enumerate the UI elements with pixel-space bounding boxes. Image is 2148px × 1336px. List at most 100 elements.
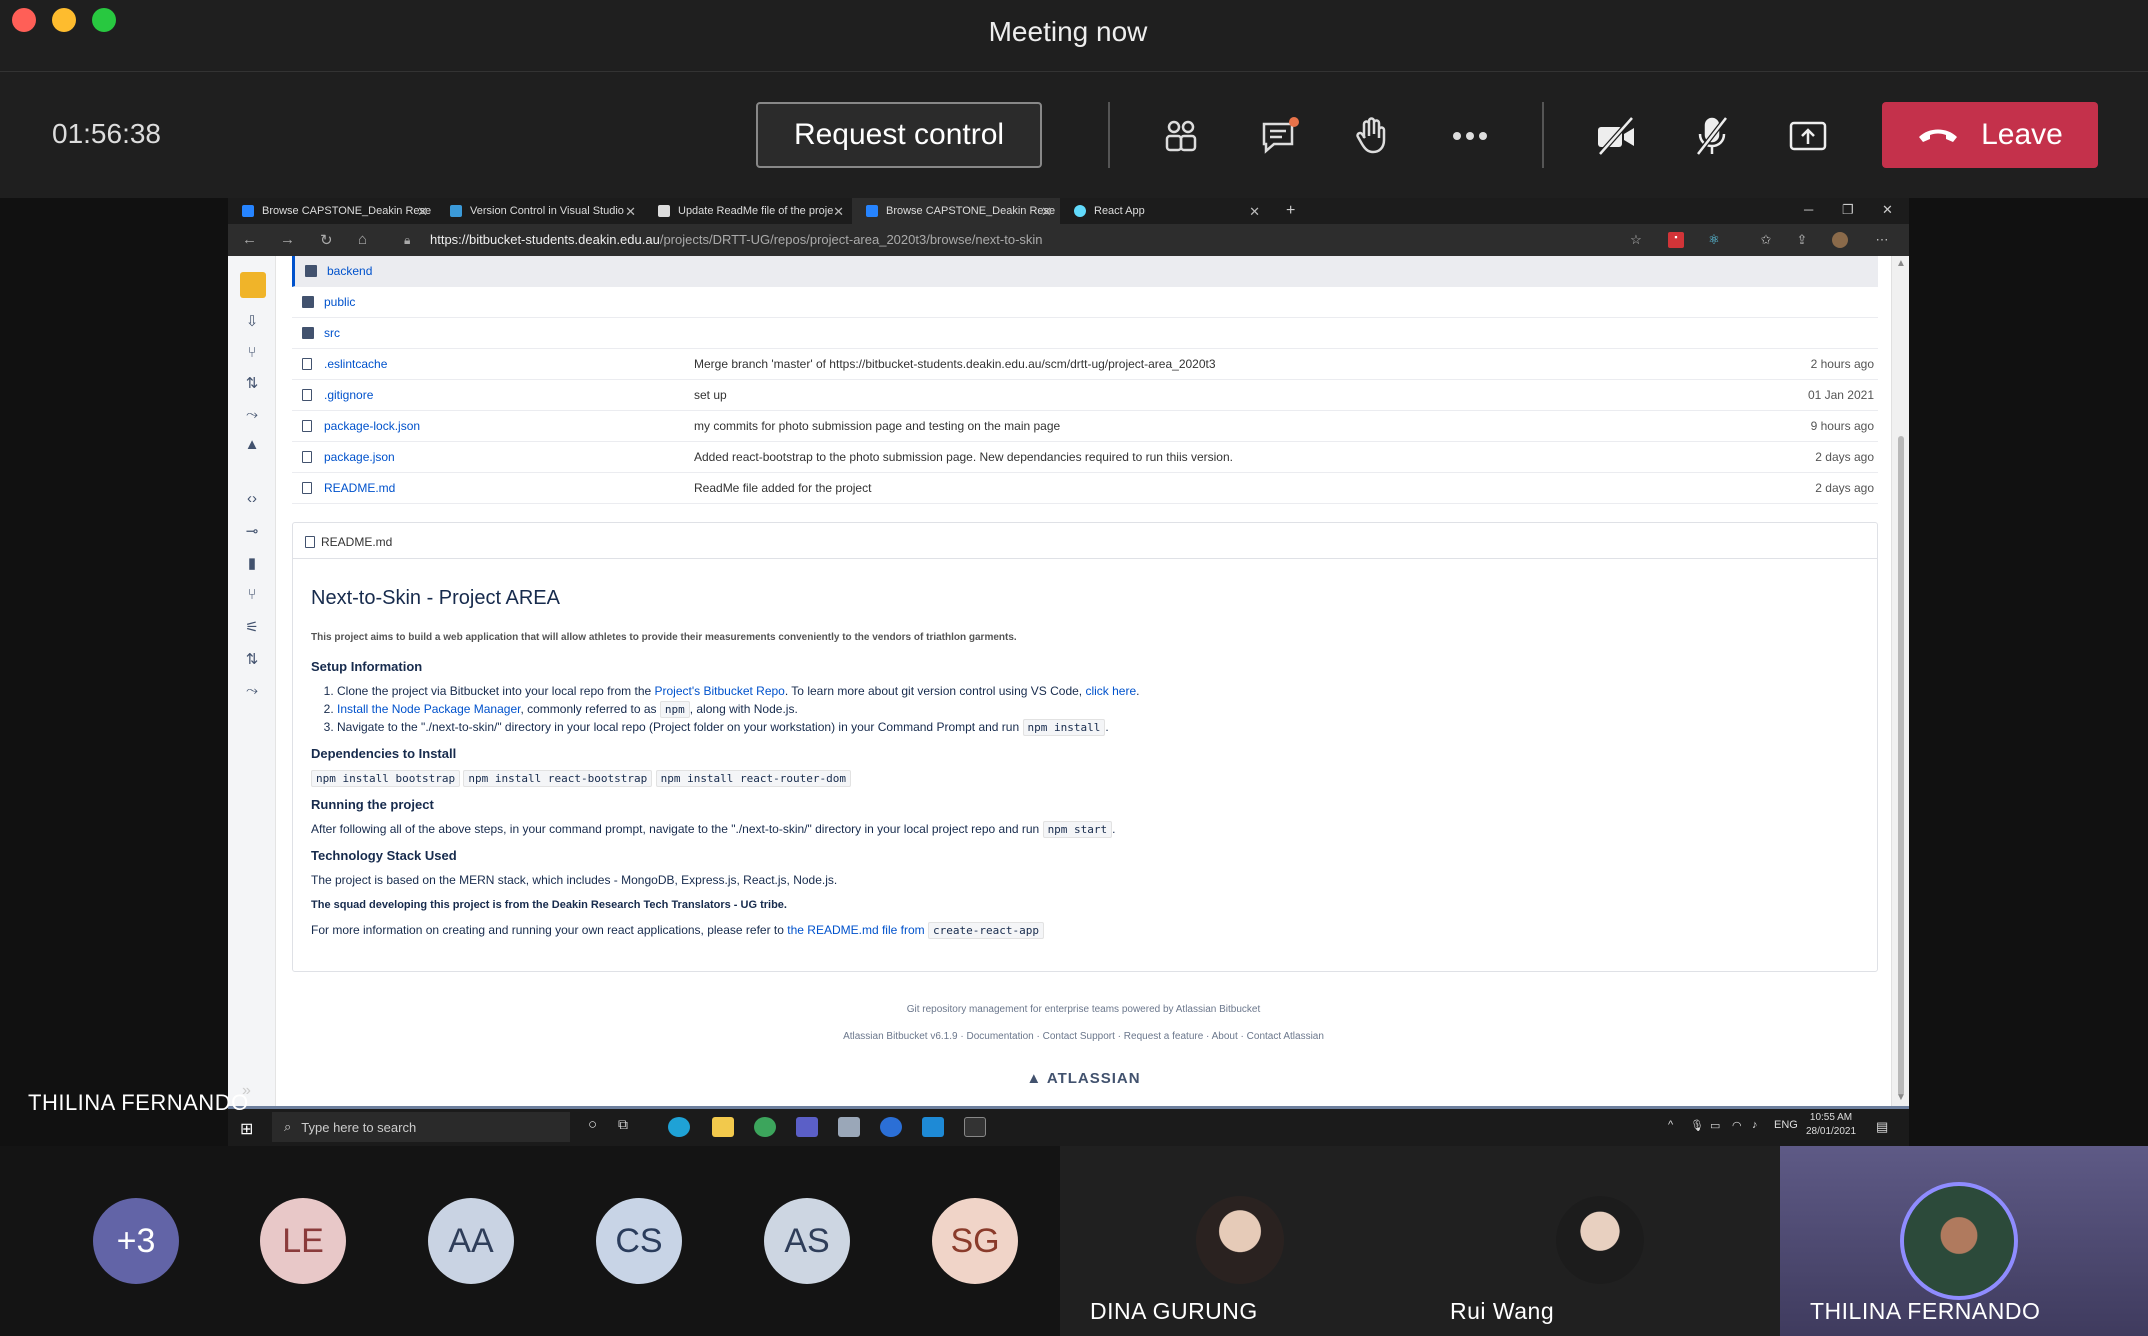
extension-icon[interactable]: ▪ — [1668, 232, 1684, 248]
edge-icon[interactable] — [668, 1117, 690, 1137]
source-icon[interactable]: ‹› — [242, 490, 262, 510]
npm-install-link[interactable]: Install the Node Package Manager — [337, 702, 520, 716]
participant-tile[interactable]: Rui Wang — [1420, 1146, 1780, 1336]
branch-icon[interactable]: ⑂ — [242, 344, 262, 364]
scroll-thumb[interactable] — [1898, 436, 1904, 1096]
participant-tile[interactable]: DINA GURUNG — [1060, 1146, 1420, 1336]
language-indicator[interactable]: ENG — [1774, 1119, 1798, 1131]
file-row[interactable]: public — [292, 287, 1878, 318]
close-tab-icon[interactable]: ✕ — [417, 204, 428, 220]
footer-link[interactable]: Contact Support — [1043, 1031, 1115, 1042]
home-icon[interactable]: ⌂ — [358, 231, 367, 248]
browser-tab[interactable]: Browse CAPSTONE_Deakin Rese ✕ — [228, 198, 436, 224]
file-row[interactable]: .eslintcache Merge branch 'master' of ht… — [292, 349, 1878, 380]
maps-icon[interactable] — [880, 1117, 902, 1137]
taskbar-search[interactable]: ⌕ Type here to search — [272, 1112, 570, 1142]
app-icon[interactable] — [838, 1117, 860, 1137]
wifi-icon[interactable]: ◠ — [1732, 1119, 1742, 1132]
file-name[interactable]: package.json — [324, 450, 395, 464]
close-tab-icon[interactable]: ✕ — [833, 204, 844, 220]
request-control-button[interactable]: Request control — [756, 102, 1042, 168]
file-row[interactable]: package.json Added react-bootstrap to th… — [292, 442, 1878, 473]
close-tab-icon[interactable]: ✕ — [1041, 204, 1052, 220]
settings-filter-icon[interactable]: ⚟ — [242, 618, 262, 638]
avatar[interactable]: AS — [764, 1198, 850, 1284]
app-icon[interactable] — [754, 1117, 776, 1137]
participant-tile-active-speaker[interactable]: THILINA FERNANDO — [1780, 1146, 2148, 1336]
microphone-icon[interactable]: 🎙︎ — [1690, 1119, 1704, 1132]
volume-icon[interactable]: ♪ — [1752, 1119, 1758, 1131]
battery-icon[interactable]: ▭ — [1710, 1119, 1720, 1132]
file-name[interactable]: README.md — [324, 481, 395, 495]
branches-icon[interactable]: ⑂ — [242, 586, 262, 606]
file-name[interactable]: .gitignore — [324, 388, 373, 402]
readme-cra-link[interactable]: the README.md file from — [787, 923, 924, 937]
footer-link[interactable]: About — [1212, 1031, 1238, 1042]
refresh-icon[interactable]: ↻ — [320, 231, 333, 249]
avatar[interactable]: LE — [260, 1198, 346, 1284]
file-row[interactable]: backend — [292, 256, 1878, 287]
clone-icon[interactable]: ⇩ — [242, 312, 262, 332]
file-name[interactable]: backend — [327, 264, 372, 278]
terminal-icon[interactable] — [964, 1117, 986, 1137]
show-hidden-icons-icon[interactable]: ^ — [1668, 1119, 1673, 1131]
notifications-icon[interactable]: ▤ — [1876, 1119, 1888, 1135]
footer-link[interactable]: Documentation — [966, 1031, 1033, 1042]
taskbar-clock[interactable]: 10:55 AM 28/01/2021 — [1806, 1111, 1856, 1139]
minimize-browser-icon[interactable]: ─ — [1804, 202, 1813, 217]
windows-start-icon[interactable]: ⊞ — [240, 1119, 253, 1139]
share-page-icon[interactable]: ⇪ — [1794, 232, 1810, 248]
footer-link[interactable]: Contact Atlassian — [1247, 1031, 1324, 1042]
expand-icon[interactable]: » — [242, 1082, 251, 1100]
file-row[interactable]: README.md ReadMe file added for the proj… — [292, 473, 1878, 504]
pull-request-icon[interactable]: ⇅ — [242, 374, 262, 394]
footer-link[interactable]: Request a feature — [1124, 1031, 1204, 1042]
stats-icon[interactable]: ▮ — [242, 554, 262, 574]
new-tab-icon[interactable]: + — [1278, 198, 1308, 224]
file-row[interactable]: package-lock.json my commits for photo s… — [292, 411, 1878, 442]
more-options-icon[interactable] — [1442, 110, 1498, 162]
repository-logo-icon[interactable] — [240, 272, 266, 298]
page-scrollbar[interactable]: ▲ ▼ — [1891, 256, 1909, 1106]
browser-tab[interactable]: Version Control in Visual Studio ✕ — [436, 198, 644, 224]
file-explorer-icon[interactable] — [712, 1117, 734, 1137]
browser-tab-active[interactable]: Browse CAPSTONE_Deakin Rese ✕ — [852, 198, 1060, 224]
favorite-star-icon[interactable]: ☆ — [1628, 232, 1644, 248]
scroll-down-icon[interactable]: ▼ — [1892, 1092, 1909, 1103]
avatar[interactable]: SG — [932, 1198, 1018, 1284]
file-name[interactable]: public — [324, 295, 355, 309]
file-row[interactable]: src — [292, 318, 1878, 349]
teams-icon[interactable] — [796, 1117, 818, 1137]
browser-menu-icon[interactable]: ⋯ — [1874, 232, 1890, 248]
close-browser-icon[interactable]: ✕ — [1882, 202, 1893, 218]
forks-icon[interactable]: ⤳ — [242, 682, 262, 702]
react-devtools-icon[interactable]: ⚛ — [1706, 232, 1722, 248]
file-name[interactable]: .eslintcache — [324, 357, 387, 371]
favorites-icon[interactable]: ✩ — [1758, 232, 1774, 248]
profile-avatar[interactable] — [1832, 232, 1848, 248]
fork-icon[interactable]: ⤳ — [242, 406, 262, 426]
file-name[interactable]: package-lock.json — [324, 419, 420, 433]
insights-icon[interactable]: ▲ — [242, 436, 262, 456]
chat-icon[interactable] — [1252, 110, 1308, 162]
avatar[interactable]: CS — [596, 1198, 682, 1284]
file-row[interactable]: .gitignore set up 01 Jan 2021 — [292, 380, 1878, 411]
cortana-icon[interactable]: ○ — [588, 1116, 597, 1133]
back-icon[interactable]: ← — [242, 231, 257, 248]
leave-button[interactable]: Leave — [1882, 102, 2098, 168]
forward-icon[interactable]: → — [280, 231, 295, 248]
browser-tab[interactable]: React App ✕ — [1060, 198, 1268, 224]
repo-link[interactable]: Project's Bitbucket Repo — [655, 684, 785, 698]
file-name[interactable]: src — [324, 326, 340, 340]
vscode-icon[interactable] — [922, 1117, 944, 1137]
close-tab-icon[interactable]: ✕ — [1249, 204, 1260, 220]
mic-off-icon[interactable] — [1684, 110, 1740, 162]
browser-tab[interactable]: Update ReadMe file of the proje ✕ — [644, 198, 852, 224]
camera-off-icon[interactable] — [1588, 110, 1644, 162]
people-icon[interactable] — [1152, 110, 1208, 162]
avatar[interactable]: AA — [428, 1198, 514, 1284]
close-tab-icon[interactable]: ✕ — [625, 204, 636, 220]
restore-browser-icon[interactable]: ❐ — [1842, 202, 1854, 218]
commits-icon[interactable]: ⊸ — [242, 522, 262, 542]
overflow-avatar[interactable]: +3 — [93, 1198, 179, 1284]
